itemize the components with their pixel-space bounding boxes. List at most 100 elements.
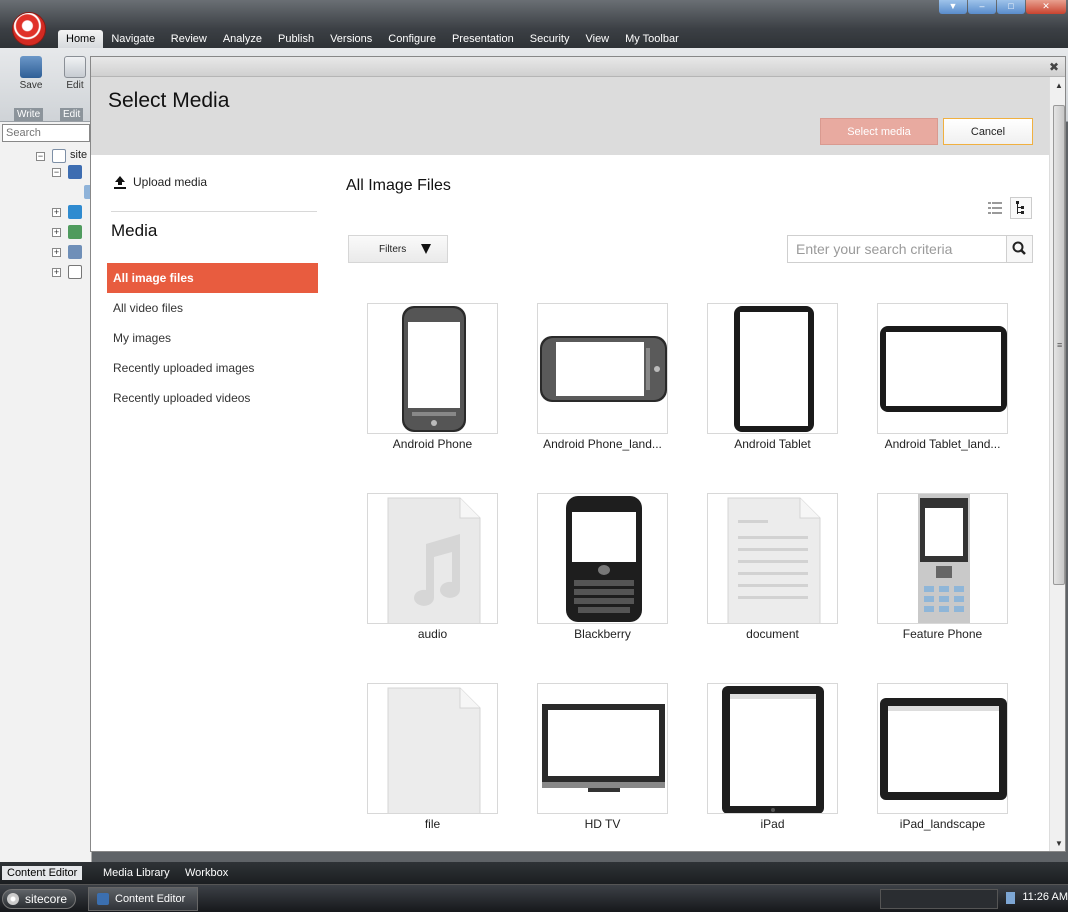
- media-heading: Media: [111, 221, 158, 240]
- tab-versions[interactable]: Versions: [322, 30, 380, 48]
- tab-my-toolbar[interactable]: My Toolbar: [617, 30, 687, 48]
- media-item[interactable]: file: [367, 683, 498, 833]
- dialog-scrollbar[interactable]: ▲ ≡ ▼: [1049, 77, 1065, 851]
- content-tree: − site − + + + +: [0, 122, 98, 862]
- media-item[interactable]: iPad_landscape: [877, 683, 1008, 833]
- page-icon: [52, 149, 66, 163]
- tree-item-site[interactable]: site: [70, 147, 87, 163]
- media-item-caption: iPad: [760, 817, 785, 831]
- edit-button[interactable]: Edit: [58, 56, 92, 91]
- media-item[interactable]: iPad: [707, 683, 838, 833]
- tree-collapse-toggle[interactable]: −: [36, 152, 45, 161]
- media-item[interactable]: audio: [367, 493, 498, 643]
- tree-expand-toggle[interactable]: +: [52, 228, 61, 237]
- edit-pencil-icon: [64, 56, 86, 78]
- sitecore-start-icon: [7, 893, 19, 905]
- select-media-button[interactable]: Select media: [820, 118, 938, 145]
- grip-icon: ≡: [1057, 340, 1063, 350]
- tab-review[interactable]: Review: [163, 30, 215, 48]
- close-window-icon[interactable]: ✕: [1026, 0, 1066, 14]
- start-label: sitecore: [25, 892, 68, 906]
- search-button[interactable]: [1006, 235, 1033, 263]
- upload-media-link[interactable]: Upload media: [113, 175, 207, 189]
- filters-label: Filters: [379, 243, 407, 255]
- filters-dropdown[interactable]: Filters: [348, 235, 448, 263]
- tab-media-library[interactable]: Media Library: [98, 866, 175, 880]
- dialog-titlebar: ✖: [91, 57, 1065, 77]
- media-item[interactable]: HD TV: [537, 683, 668, 833]
- scrollbar-thumb[interactable]: ≡: [1053, 105, 1065, 585]
- dialog-title: Select Media: [108, 89, 230, 112]
- help-dropdown-icon[interactable]: ▼: [939, 0, 967, 14]
- templates-node-icon: [68, 265, 82, 279]
- media-item-caption: Blackberry: [574, 627, 631, 641]
- tab-security[interactable]: Security: [522, 30, 578, 48]
- layout-node-icon: [68, 205, 82, 219]
- tab-publish[interactable]: Publish: [270, 30, 322, 48]
- tab-home[interactable]: Home: [58, 30, 104, 48]
- sitecore-logo-icon[interactable]: [12, 12, 46, 46]
- media-item[interactable]: Blackberry: [537, 493, 668, 643]
- ipad-icon: [707, 683, 838, 814]
- android-tablet-icon: [707, 303, 838, 434]
- media-library-node-icon: [68, 225, 82, 239]
- media-item[interactable]: document: [707, 493, 838, 643]
- hdtv-icon: [537, 683, 668, 814]
- taskbar-item-label: Content Editor: [115, 893, 186, 905]
- tab-workbox[interactable]: Workbox: [180, 866, 233, 880]
- blackberry-icon: [537, 493, 668, 624]
- tray-icon[interactable]: [1006, 892, 1016, 904]
- save-label: Save: [19, 80, 43, 91]
- android-tablet-landscape-icon: [877, 303, 1008, 434]
- media-item-caption: Android Phone_land...: [543, 437, 662, 451]
- ribbon-group-edit: Edit: [60, 108, 84, 121]
- floppy-disk-icon: [20, 56, 42, 78]
- media-item-caption: Android Phone: [392, 437, 473, 451]
- media-item-caption: Feature Phone: [902, 627, 983, 641]
- tab-configure[interactable]: Configure: [380, 30, 444, 48]
- save-button[interactable]: Save: [14, 56, 48, 91]
- tab-view[interactable]: View: [577, 30, 617, 48]
- nav-item-all-image-files[interactable]: All image files: [107, 263, 318, 293]
- media-item-caption: iPad_landscape: [899, 817, 986, 831]
- dialog-close-icon[interactable]: ✖: [1047, 60, 1061, 74]
- nav-item-my-images[interactable]: My images: [107, 323, 318, 353]
- nav-item-all-video-files[interactable]: All video files: [107, 293, 318, 323]
- nav-item-recently-uploaded-images[interactable]: Recently uploaded images: [107, 353, 318, 383]
- tree-collapse-toggle[interactable]: −: [52, 168, 61, 177]
- tab-navigate[interactable]: Navigate: [103, 30, 162, 48]
- content-title: All Image Files: [346, 177, 451, 194]
- tab-content-editor[interactable]: Content Editor: [2, 866, 83, 880]
- taskbar-item-content-editor[interactable]: Content Editor: [88, 887, 198, 911]
- cancel-button[interactable]: Cancel: [943, 118, 1033, 145]
- tab-analyze[interactable]: Analyze: [215, 30, 270, 48]
- media-item[interactable]: Android Tablet_land...: [877, 303, 1008, 453]
- tree-search-input[interactable]: [2, 124, 90, 142]
- media-item-caption: audio: [417, 627, 448, 641]
- start-button[interactable]: sitecore: [2, 889, 77, 909]
- list-view-icon[interactable]: [984, 197, 1006, 219]
- tab-presentation[interactable]: Presentation: [444, 30, 522, 48]
- android-phone-icon: [367, 303, 498, 434]
- media-search-input[interactable]: [787, 235, 1007, 263]
- media-item[interactable]: Feature Phone: [877, 493, 1008, 643]
- nav-item-recently-uploaded-videos[interactable]: Recently uploaded videos: [107, 383, 318, 413]
- tree-expand-toggle[interactable]: +: [52, 268, 61, 277]
- tree-view-icon[interactable]: [1010, 197, 1032, 219]
- tray-area: [880, 889, 998, 909]
- content-editor-icon: [97, 893, 109, 905]
- tree-expand-toggle[interactable]: +: [52, 208, 61, 217]
- ipad-landscape-icon: [877, 683, 1008, 814]
- scroll-down-icon[interactable]: ▼: [1054, 839, 1064, 849]
- upload-media-label: Upload media: [133, 175, 208, 189]
- minimize-icon[interactable]: –: [968, 0, 996, 14]
- media-item[interactable]: Android Phone_land...: [537, 303, 668, 453]
- window-controls: ▼ – □ ✕: [938, 0, 1066, 14]
- tree-expand-toggle[interactable]: +: [52, 248, 61, 257]
- maximize-icon[interactable]: □: [997, 0, 1025, 14]
- scroll-up-icon[interactable]: ▲: [1054, 81, 1064, 91]
- media-item[interactable]: Android Phone: [367, 303, 498, 453]
- media-item-caption: Android Tablet: [734, 437, 811, 451]
- media-item[interactable]: Android Tablet: [707, 303, 838, 453]
- media-item-caption: HD TV: [584, 817, 621, 831]
